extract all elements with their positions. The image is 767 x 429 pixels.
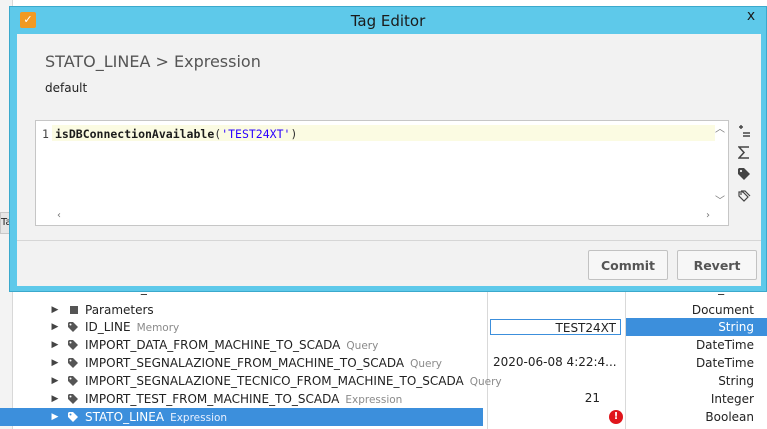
vertical-scrollbar[interactable]: ︿ ﹀ <box>715 125 725 209</box>
expand-arrow-icon[interactable]: ▶ <box>50 372 60 390</box>
commit-button[interactable]: Commit <box>588 250 668 280</box>
tree-row-name: IMPORT_DATA_FROM_MACHINE_TO_SCADA Query <box>85 336 378 355</box>
code-line[interactable]: isDBConnectionAvailable('TEST24XT') <box>55 127 297 141</box>
tag-type: Expression <box>170 412 228 424</box>
tree-row-value[interactable]: TEST24XT <box>490 319 621 335</box>
tree-row-name: ID_LINE Memory <box>85 318 179 337</box>
tag-name: IMPORT_SEGNALAZIONE_TECNICO_FROM_MACHINE… <box>85 374 464 388</box>
tree-row-datatype: DateTime <box>695 356 754 370</box>
tree-row-value: 2020-06-08 4:22:4... <box>493 355 617 369</box>
tree-row-stato-linea[interactable]: ▶ STATO_LINEA Expression ! Boolean <box>0 408 767 426</box>
tree-row-name: STATO_LINEA Expression <box>85 408 227 427</box>
tree-row-name: Parameters <box>85 303 154 317</box>
tree-row-datatype: Integer <box>710 392 754 406</box>
tag-name: ID_LINE <box>85 320 131 334</box>
tag-icon <box>68 376 78 386</box>
tree-row-name: IMPORT_SEGNALAZIONE_TECNICO_FROM_MACHINE… <box>85 372 502 391</box>
tree-row-import-segnalazione[interactable]: ▶ IMPORT_SEGNALAZIONE_FROM_MACHINE_TO_SC… <box>0 354 767 372</box>
expand-arrow-icon[interactable]: ▶ <box>50 390 60 408</box>
tag-icon[interactable] <box>735 168 753 186</box>
tag-icon <box>68 394 78 404</box>
tree-row-datatype: String <box>718 374 754 388</box>
dialog-titlebar[interactable]: ✓ Tag Editor x <box>10 7 766 34</box>
sigma-icon[interactable] <box>735 146 753 164</box>
tree-row-datatype: Boolean <box>705 410 754 424</box>
tag-type: Query <box>346 340 379 352</box>
tag-icon <box>68 322 78 332</box>
expand-arrow-icon[interactable]: ▶ <box>50 336 60 354</box>
tag-name: IMPORT_SEGNALAZIONE_FROM_MACHINE_TO_SCAD… <box>85 356 405 370</box>
tree-row-value: 21 <box>584 391 600 405</box>
tags-icon[interactable] <box>735 190 753 208</box>
tag-icon <box>68 358 78 368</box>
tree-row-datatype: DateTime <box>695 338 754 352</box>
expand-arrow-icon[interactable]: ▶ <box>50 318 60 336</box>
code-paren-close: ) <box>290 127 298 141</box>
scroll-right-icon[interactable]: › <box>703 211 713 221</box>
tag-type: Memory <box>136 322 180 334</box>
code-string: 'TEST24XT' <box>221 127 291 141</box>
expression-editor[interactable]: 1 isDBConnectionAvailable('TEST24XT') ︿ … <box>35 120 729 226</box>
tag-name: IMPORT_DATA_FROM_MACHINE_TO_SCADA <box>85 338 341 352</box>
tree-row-import-data[interactable]: ▶ IMPORT_DATA_FROM_MACHINE_TO_SCADA Query… <box>0 336 767 354</box>
tree-row-import-segnalazione-tecnico[interactable]: ▶ IMPORT_SEGNALAZIONE_TECNICO_FROM_MACHI… <box>0 372 767 390</box>
tag-icon <box>68 412 78 422</box>
tree-row-parameters[interactable]: ▶ Parameters Document <box>0 301 767 319</box>
expand-arrow-icon[interactable]: ▶ <box>50 408 60 426</box>
line-number: 1 <box>42 127 49 141</box>
expand-arrow-icon[interactable]: ▶ <box>50 301 60 319</box>
tag-editor-dialog: ✓ Tag Editor x STATO_LINEA > Expression … <box>9 6 767 292</box>
tag-icon <box>68 340 78 350</box>
tree-row-import-test[interactable]: ▶ IMPORT_TEST_FROM_MACHINE_TO_SCADA Expre… <box>0 390 767 408</box>
error-icon: ! <box>609 410 623 424</box>
code-function: isDBConnectionAvailable <box>55 127 215 141</box>
scroll-down-icon[interactable]: ﹀ <box>715 197 725 207</box>
scroll-left-icon[interactable]: ‹ <box>54 211 64 221</box>
horizontal-scrollbar[interactable]: ‹ › <box>52 210 715 222</box>
breadcrumb-path: STATO_LINEA > Expression <box>45 52 261 71</box>
folder-square-icon <box>70 306 78 314</box>
dialog-title: Tag Editor <box>350 12 426 30</box>
tag-type: Query <box>469 376 502 388</box>
expand-arrow-icon[interactable]: ▶ <box>50 354 60 372</box>
tag-name: STATO_LINEA <box>85 410 165 424</box>
tag-name: IMPORT_TEST_FROM_MACHINE_TO_SCADA <box>85 392 340 406</box>
tag-type: Expression <box>345 394 403 406</box>
close-button[interactable]: x <box>736 7 766 25</box>
provider-label: default <box>45 81 88 95</box>
tree-row-id-line[interactable]: ▶ ID_LINE Memory TEST24XT String <box>0 318 767 336</box>
footer-divider <box>17 240 761 241</box>
tree-row-datatype: Document <box>691 303 754 317</box>
scroll-up-icon[interactable]: ︿ <box>715 125 725 135</box>
tag-type: Query <box>410 358 443 370</box>
tree-row-name: IMPORT_SEGNALAZIONE_FROM_MACHINE_TO_SCAD… <box>85 354 442 373</box>
tree-row-name: IMPORT_TEST_FROM_MACHINE_TO_SCADA Express… <box>85 390 402 409</box>
add-binding-icon[interactable] <box>735 124 753 142</box>
dialog-content: STATO_LINEA > Expression default 1 isDBC… <box>17 34 761 286</box>
tree-row-datatype: String <box>626 318 767 336</box>
revert-button[interactable]: Revert <box>677 250 757 280</box>
line-gutter: 1 <box>36 121 52 205</box>
